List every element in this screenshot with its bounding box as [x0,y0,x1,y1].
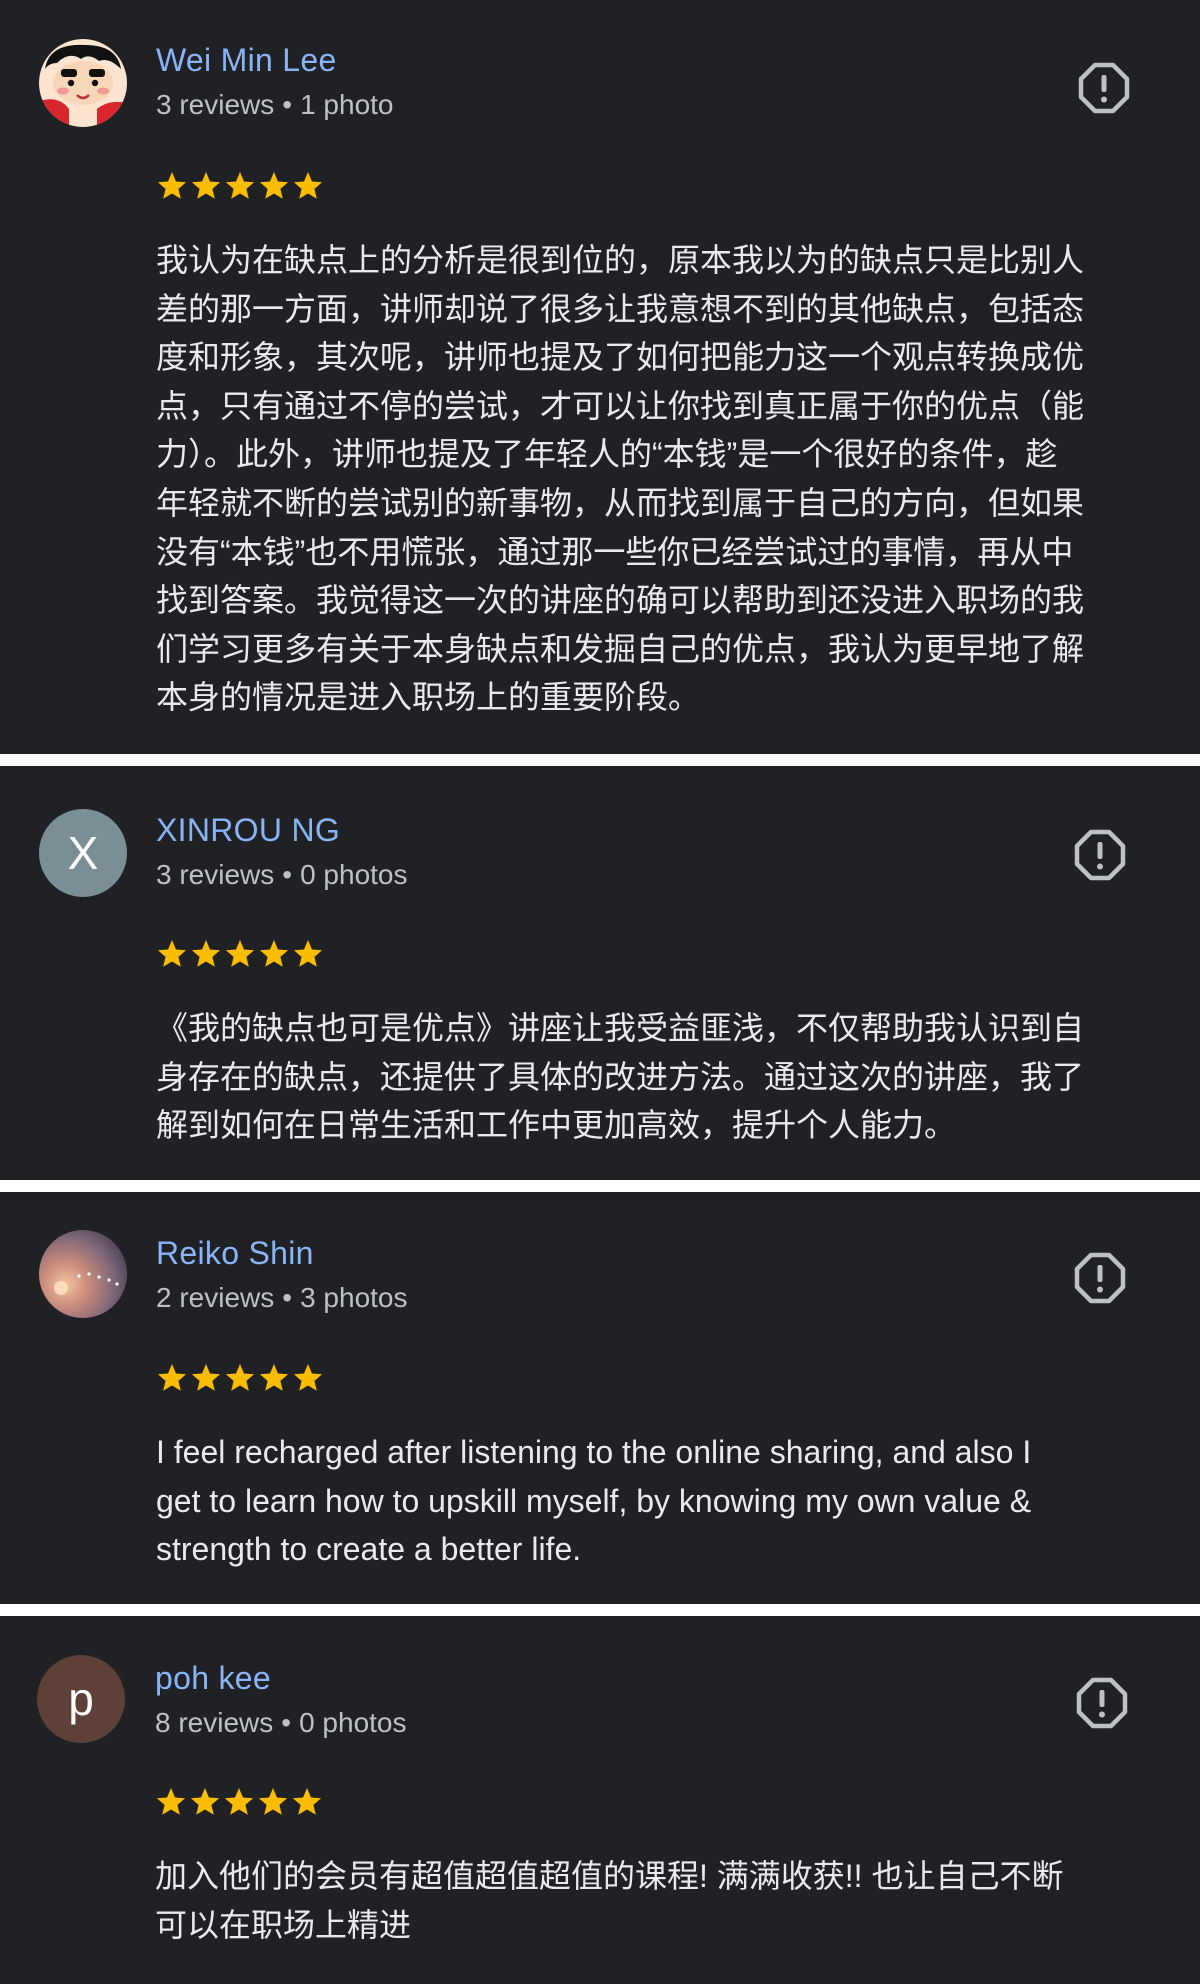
reviews-count: 3 reviews [156,89,275,120]
review-card: Wei Min Lee 3 reviews • 1 photo 我认为在缺点上的分析… [0,0,1200,754]
avatar[interactable] [39,39,127,127]
star-icon [157,172,187,199]
star-icon [225,1364,255,1391]
report-flag-icon[interactable] [1078,62,1130,114]
reviewer-stats: 2 reviews • 3 photos [156,1282,408,1313]
photos-count: 1 photo [300,89,394,120]
star-rating [156,1362,324,1396]
review-text: I feel recharged after listening to the … [156,1434,1032,1567]
avatar[interactable] [39,1230,127,1318]
photos-count: 0 photos [299,1707,407,1738]
report-flag-icon[interactable] [1076,1677,1128,1729]
avatar-letter: X [67,827,99,879]
cartoon-avatar-icon [39,39,127,127]
star-icon [191,940,221,967]
star-icon [190,1788,220,1815]
star-icon [259,1364,289,1391]
reviewer-name[interactable]: Reiko Shin [156,1235,314,1272]
star-icon [225,940,255,967]
reviewer-stats: 3 reviews • 0 photos [156,859,408,890]
photos-count: 0 photos [300,859,408,890]
review-text: 《我的缺点也可是优点》讲座让我受益匪浅，不仅帮助我认识到自 身存在的缺点，还提供… [156,1010,1085,1144]
star-rating [156,170,324,204]
star-rating [155,1786,323,1820]
photos-count: 3 photos [300,1282,408,1313]
reviews-count: 3 reviews [156,859,275,890]
reviewer-stats: 3 reviews • 1 photo [156,89,394,120]
review-text: 加入他们的会员有超值超值超值的课程! 满满收获!! 也让自己不断 可以在职场上精… [155,1858,1064,1943]
photo-avatar-icon [39,1230,127,1318]
review-card: X XINROU NG 3 reviews • 0 photos 《我的缺点也可是优… [0,766,1200,1180]
avatar[interactable]: p [37,1655,125,1743]
star-icon [191,172,221,199]
reviewer-stats: 8 reviews • 0 photos [155,1707,407,1738]
star-icon [225,172,255,199]
star-icon [258,1788,288,1815]
star-icon [157,940,187,967]
star-icon [224,1788,254,1815]
report-flag-icon[interactable] [1074,1252,1126,1304]
review-card: Reiko Shin 2 reviews • 3 photos I feel rec… [0,1192,1200,1604]
review-text: 我认为在缺点上的分析是很到位的，原本我以为的缺点只是比别人 差的那一方面，讲师却… [156,242,1085,716]
star-icon [157,1364,187,1391]
star-icon [259,940,289,967]
star-icon [293,172,323,199]
avatar[interactable]: X [39,809,127,897]
star-icon [292,1788,322,1815]
reviews-count: 2 reviews [156,1282,275,1313]
reviews-count: 8 reviews [155,1707,274,1738]
star-icon [156,1788,186,1815]
review-card: p poh kee 8 reviews • 0 photos 加入他们的会员有超值超… [0,1616,1200,1984]
reviewer-name[interactable]: Wei Min Lee [156,42,337,79]
star-icon [191,1364,221,1391]
report-flag-icon[interactable] [1074,829,1126,881]
avatar-letter: p [68,1673,94,1725]
star-icon [293,940,323,967]
star-rating [156,938,324,972]
reviewer-name[interactable]: poh kee [155,1660,271,1697]
star-icon [259,172,289,199]
star-icon [293,1364,323,1391]
reviewer-name[interactable]: XINROU NG [156,812,340,849]
